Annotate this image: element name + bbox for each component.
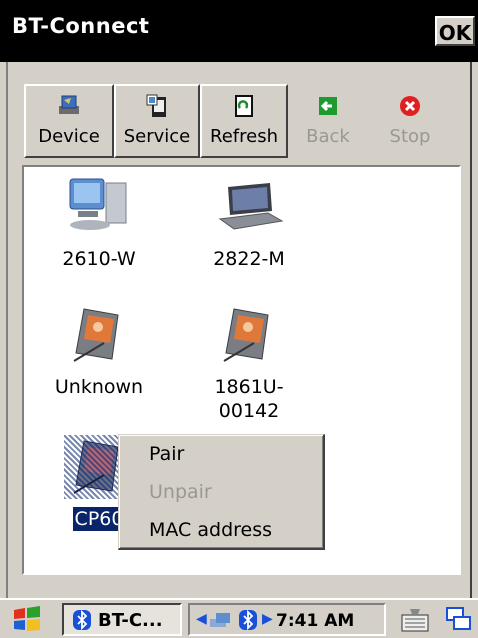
windows-start-icon[interactable] [10, 604, 44, 634]
desktop-switch-icon[interactable] [444, 603, 474, 636]
context-menu: Pair Unpair MAC address [118, 434, 325, 550]
clock[interactable]: 7:41 AM [276, 611, 354, 631]
bluetooth-tray-icon[interactable] [238, 609, 258, 631]
device-label: 2822-M [213, 248, 285, 270]
laptop-icon [214, 175, 284, 239]
back-button[interactable]: Back [288, 84, 368, 158]
stop-button-label: Stop [389, 126, 431, 147]
refresh-button[interactable]: Refresh [200, 84, 288, 158]
device-item-1861u-00142[interactable]: 1861U- 00142 [184, 303, 314, 423]
device-item-unknown[interactable]: Unknown [34, 303, 164, 399]
device-item-2822-m[interactable]: 2822-M [184, 175, 314, 271]
service-icon [146, 94, 166, 117]
network-icon[interactable] [208, 609, 234, 631]
taskbar-app-button[interactable]: BT-C... [62, 603, 182, 636]
pda-icon [214, 303, 284, 367]
back-button-label: Back [306, 126, 350, 147]
stop-button[interactable]: Stop [368, 84, 452, 158]
device-item-2610-w[interactable]: 2610-W [34, 175, 164, 271]
taskbar: BT-C... ◀ ▶ 7:41 AM [0, 598, 478, 638]
back-arrow-icon [319, 97, 337, 115]
window-title: BT-Connect [12, 14, 150, 38]
device-label: 2610-W [62, 248, 136, 270]
desktop-computer-icon [64, 175, 134, 239]
service-button-label: Service [123, 126, 191, 147]
device-icon [59, 95, 79, 114]
stop-icon [400, 96, 420, 116]
device-label: 1861U- 00142 [214, 376, 284, 422]
device-button[interactable]: Device [24, 84, 114, 158]
keyboard-icon[interactable] [398, 603, 432, 636]
pda-icon [64, 303, 134, 367]
service-button[interactable]: Service [114, 84, 200, 158]
refresh-button-label: Refresh [210, 126, 278, 147]
taskbar-app-label: BT-C... [98, 610, 163, 631]
tray-right-arrow-icon[interactable]: ▶ [262, 611, 273, 627]
device-button-label: Device [38, 126, 100, 147]
device-label: Unknown [54, 376, 144, 398]
menu-item-pair[interactable]: Pair [149, 443, 184, 465]
bluetooth-icon [73, 609, 91, 631]
menu-item-unpair[interactable]: Unpair [149, 481, 212, 503]
title-bar: BT-Connect OK [0, 0, 478, 62]
menu-item-mac-address[interactable]: MAC address [149, 519, 272, 541]
refresh-icon [235, 95, 253, 117]
system-tray: ◀ ▶ 7:41 AM [188, 603, 386, 636]
ok-button[interactable]: OK [435, 16, 475, 46]
tray-left-arrow-icon[interactable]: ◀ [196, 611, 207, 627]
